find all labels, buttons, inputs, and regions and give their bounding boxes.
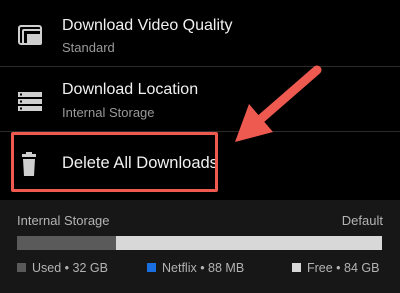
storage-usage-bar [17,236,382,250]
download-video-quality-title: Download Video Quality [62,17,233,34]
storage-bar-used [17,236,116,250]
download-location-title: Download Location [62,81,199,98]
video-quality-icon [17,22,45,50]
legend-swatch-netflix [147,263,156,272]
download-video-quality-row[interactable]: Download Video Quality Standard [0,0,400,66]
storage-bar-free [116,236,382,250]
storage-panel: Internal Storage Default Used • 32 GB Ne… [0,200,400,293]
download-location-value: Internal Storage [62,105,155,120]
legend-used-text: Used • 32 GB [32,261,108,275]
legend-netflix: Netflix • 88 MB [147,261,244,275]
annotation-arrow-icon [235,65,322,142]
download-location-row[interactable]: Download Location Internal Storage [0,67,400,131]
legend-swatch-used [17,263,26,272]
legend-free: Free • 84 GB [292,261,379,275]
legend-free-text: Free • 84 GB [307,261,380,275]
legend-used: Used • 32 GB [17,261,108,275]
legend-netflix-text: Netflix • 88 MB [162,261,245,275]
storage-default-label: Default [341,213,383,228]
legend-swatch-free [292,263,301,272]
storage-legend: Used • 32 GB Netflix • 88 MB Free • 84 G… [17,261,382,277]
storage-location-icon [17,85,45,113]
storage-label: Internal Storage [17,213,110,228]
annotation-highlight-box [11,132,218,192]
download-video-quality-value: Standard [62,40,115,55]
